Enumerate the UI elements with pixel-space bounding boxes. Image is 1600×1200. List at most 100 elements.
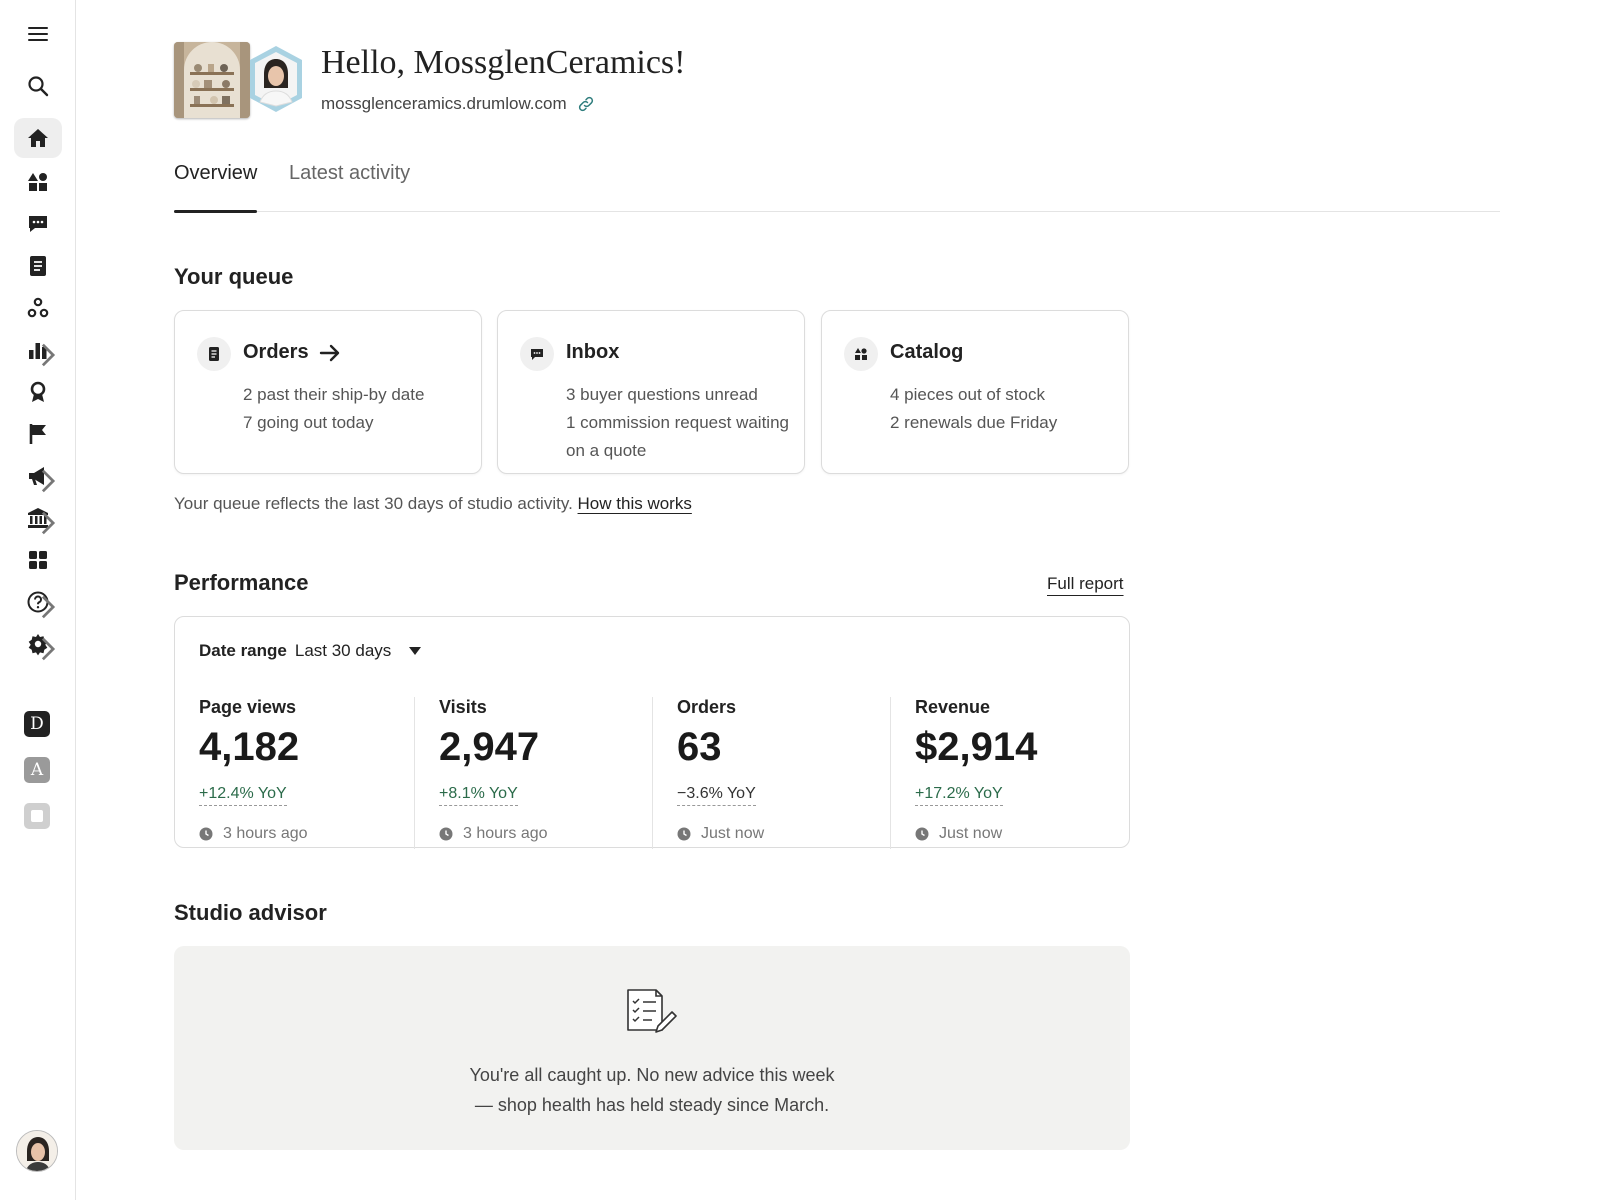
advisor-panel: You're all caught up. No new advice this… (174, 946, 1130, 1150)
square-icon (31, 810, 43, 822)
performance-panel: Date range Last 30 days Page views 4,182… (174, 616, 1130, 849)
shop-owner-avatar (246, 44, 306, 114)
metric-page-views[interactable]: Page views 4,182 +12.4% YoY 3 hours ago (175, 697, 413, 849)
shop-url: mossglenceramics.drumlow.com (321, 94, 595, 114)
megaphone-icon[interactable] (14, 456, 62, 496)
chat-icon (520, 337, 554, 371)
workspace-blank-button[interactable] (24, 803, 50, 829)
user-avatar[interactable] (16, 1130, 58, 1172)
metric-change[interactable]: +17.2% YoY (915, 785, 1003, 806)
shapes-icon[interactable] (14, 162, 62, 202)
workspace-d-button[interactable]: D (24, 711, 50, 737)
metric-updated: 3 hours ago (199, 825, 308, 843)
metric-updated-text: 3 hours ago (463, 825, 548, 842)
shop-url-text[interactable]: mossglenceramics.drumlow.com (321, 94, 567, 114)
queue-card-title: Inbox (566, 341, 619, 364)
flag-icon[interactable] (14, 414, 62, 454)
metric-updated: Just now (915, 825, 1002, 843)
date-range-value: Last 30 days (294, 641, 392, 660)
home-icon[interactable] (14, 118, 62, 158)
shop-banner-image (174, 42, 250, 118)
how-this-works-link[interactable]: How this works (578, 494, 692, 513)
apps-grid-icon[interactable] (14, 540, 62, 580)
metric-label: Page views (199, 697, 297, 717)
queue-note-text: Your queue reflects the last 30 days of … (174, 494, 573, 513)
clock-icon (915, 827, 929, 841)
queue-card-line: 4 pieces out of stock (890, 385, 1045, 404)
performance-heading: Performance (174, 570, 309, 595)
queue-card-lines: 4 pieces out of stock 2 renewals due Fri… (890, 381, 1114, 437)
ribbon-icon[interactable] (14, 372, 62, 412)
chevron-right-icon (41, 637, 56, 661)
metric-value: 4,182 (199, 725, 300, 769)
link-icon[interactable] (577, 95, 595, 113)
chevron-right-icon (41, 343, 56, 367)
queue-card-lines: 3 buyer questions unread 1 commission re… (566, 381, 790, 465)
arrow-right-icon (319, 344, 339, 361)
queue-card-line: 2 past their ship-by date (243, 385, 425, 404)
clock-icon (199, 827, 213, 841)
chevron-right-icon (41, 595, 56, 619)
menu-icon[interactable] (14, 14, 62, 54)
queue-card-line: 1 commission request waiting on a quote (566, 413, 789, 460)
metric-visits[interactable]: Visits 2,947 +8.1% YoY 3 hours ago (414, 697, 652, 849)
chevron-right-icon (41, 469, 56, 493)
metric-change[interactable]: −3.6% YoY (677, 785, 756, 806)
metric-value: 63 (677, 725, 722, 769)
caret-down-icon (409, 647, 422, 655)
metric-updated-text: Just now (939, 825, 1003, 842)
advisor-heading: Studio advisor (174, 900, 327, 925)
orders-icon (197, 337, 231, 371)
tab-latest-activity[interactable]: Latest activity (289, 158, 410, 212)
full-report-link[interactable]: Full report (1047, 574, 1124, 594)
tab-bar: Overview Latest activity (174, 158, 1500, 213)
metric-updated-text: Just now (701, 825, 765, 842)
metric-change[interactable]: +12.4% YoY (199, 785, 287, 806)
clock-icon (439, 827, 453, 841)
stats-icon[interactable] (14, 330, 62, 370)
bank-icon[interactable] (14, 498, 62, 538)
date-range-label: Date range (199, 641, 287, 660)
community-icon[interactable] (14, 288, 62, 328)
metric-label: Revenue (915, 697, 991, 717)
queue-card-title: Catalog (890, 341, 963, 364)
messages-icon[interactable] (14, 204, 62, 244)
metric-orders[interactable]: Orders 63 −3.6% YoY Just now (652, 697, 890, 849)
metric-label: Visits (439, 697, 487, 717)
advisor-message-line: You're all caught up. No new advice this… (469, 1065, 835, 1085)
date-range-selector[interactable]: Date range Last 30 days (199, 641, 422, 661)
settings-icon[interactable] (14, 624, 62, 664)
queue-heading: Your queue (174, 264, 294, 289)
clock-icon (677, 827, 691, 841)
queue-card-catalog[interactable]: Catalog 4 pieces out of stock 2 renewals… (821, 310, 1129, 474)
queue-card-title: Orders (243, 341, 341, 364)
metric-label: Orders (677, 697, 737, 717)
queue-card-line: 3 buyer questions unread (566, 385, 758, 404)
metric-value: 2,947 (439, 725, 540, 769)
metric-revenue[interactable]: Revenue $2,914 +17.2% YoY Just now (890, 697, 1128, 849)
advisor-message: You're all caught up. No new advice this… (174, 1060, 1130, 1120)
metric-updated: Just now (677, 825, 764, 843)
advisor-message-line: — shop health has held steady since Marc… (474, 1095, 830, 1115)
metric-updated-text: 3 hours ago (223, 825, 308, 842)
page-greeting: Hello, MossglenCeramics! (321, 44, 686, 81)
queue-card-title-text: Catalog (890, 341, 964, 363)
queue-note: Your queue reflects the last 30 days of … (174, 494, 692, 514)
queue-card-line: 2 renewals due Friday (890, 413, 1058, 432)
orders-document-icon[interactable] (14, 246, 62, 286)
metric-change[interactable]: +8.1% YoY (439, 785, 518, 806)
search-icon[interactable] (14, 66, 62, 106)
catalog-icon (844, 337, 878, 371)
checklist-pencil-icon (627, 989, 677, 1033)
queue-card-title-text: Inbox (566, 341, 620, 363)
workspace-a-button[interactable]: A (24, 757, 50, 783)
queue-card-inbox[interactable]: Inbox 3 buyer questions unread 1 commiss… (497, 310, 805, 474)
chevron-right-icon (41, 511, 56, 535)
queue-card-lines: 2 past their ship-by date 7 going out to… (243, 381, 467, 437)
queue-card-orders[interactable]: Orders 2 past their ship-by date 7 going… (174, 310, 482, 474)
metric-value: $2,914 (915, 725, 1038, 769)
queue-card-title-text: Orders (243, 341, 309, 363)
metric-updated: 3 hours ago (439, 825, 548, 843)
tab-overview[interactable]: Overview (174, 158, 258, 213)
help-icon[interactable] (14, 582, 62, 622)
